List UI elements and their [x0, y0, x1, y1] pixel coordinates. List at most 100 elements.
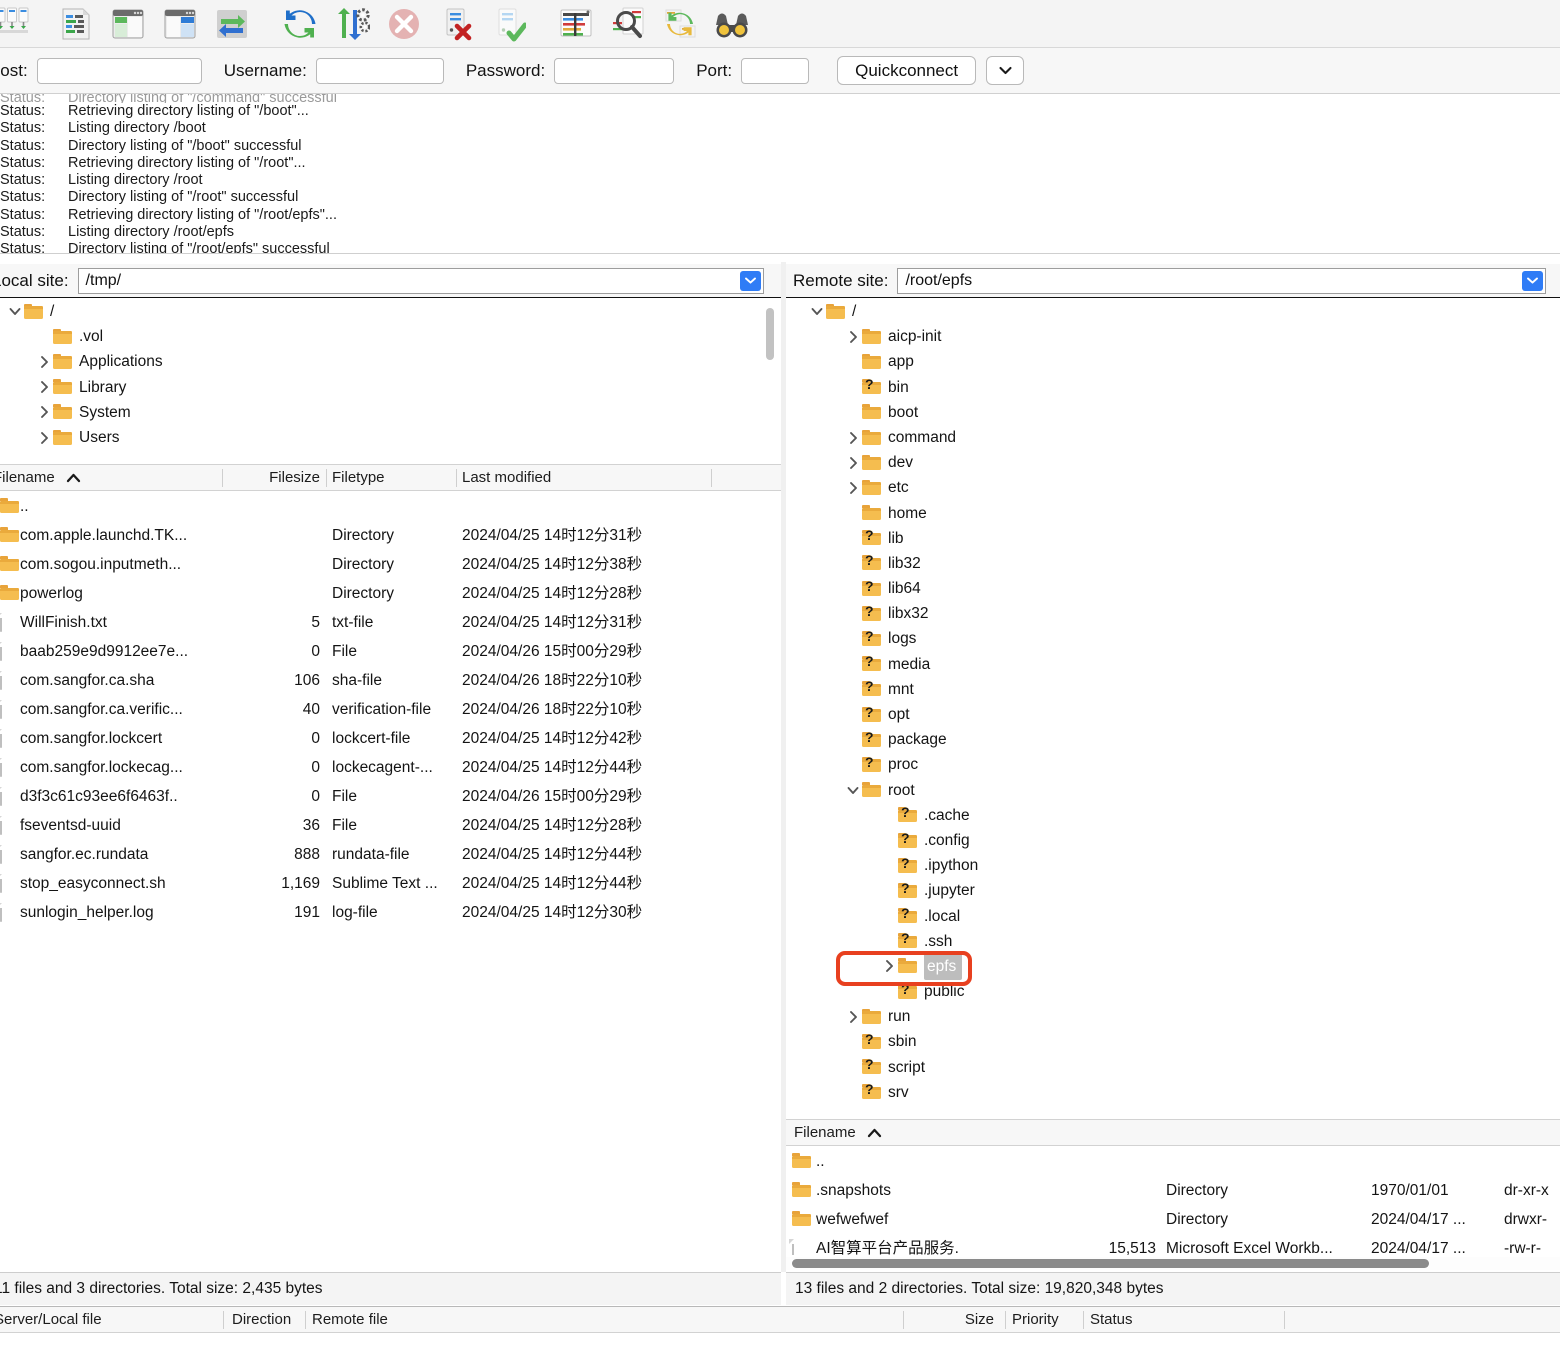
tree-item-boot[interactable]: boot — [786, 400, 1560, 425]
tree-item-home[interactable]: home — [786, 501, 1560, 526]
tree-item-script[interactable]: ?script — [786, 1055, 1560, 1080]
toggle-remote-tree-button[interactable] — [154, 2, 206, 46]
tree-item-users[interactable]: Users — [0, 425, 781, 450]
tree-item-dev[interactable]: dev — [786, 450, 1560, 475]
tree-item-lib32[interactable]: ?lib32 — [786, 551, 1560, 576]
tree-item-ssh[interactable]: ?.ssh — [786, 929, 1560, 954]
tree-item-library[interactable]: Library — [0, 375, 781, 400]
toggle-transfer-queue-button[interactable] — [206, 2, 258, 46]
local-column-filename[interactable]: Filename — [0, 465, 81, 491]
tree-item-config[interactable]: ?.config — [786, 828, 1560, 853]
remote-site-dropdown-arrow[interactable] — [1522, 271, 1543, 291]
site-manager-button[interactable] — [0, 2, 34, 46]
queue-header-divider[interactable] — [1083, 1311, 1084, 1329]
tree-item-[interactable]: / — [786, 299, 1560, 324]
remote-list-hscrollbar-thumb[interactable] — [792, 1259, 1429, 1268]
queue-column-size[interactable]: Size — [912, 1307, 994, 1333]
tree-expander-collapsed[interactable] — [844, 456, 862, 470]
table-row[interactable]: AI智算平台产品服务.15,513Microsoft Excel Workb..… — [786, 1234, 1560, 1255]
table-row[interactable]: .. — [786, 1147, 1560, 1176]
tree-expander-collapsed[interactable] — [844, 431, 862, 445]
queue-column-remotefile[interactable]: Remote file — [312, 1307, 388, 1333]
remote-list-hscrollbar[interactable] — [786, 1257, 1560, 1270]
tree-item-app[interactable]: app — [786, 349, 1560, 374]
local-tree-scrollbar[interactable] — [764, 302, 775, 457]
tree-item-srv[interactable]: ?srv — [786, 1080, 1560, 1105]
local-directory-tree[interactable]: /.volApplicationsLibrarySystemUsers — [0, 299, 781, 460]
tree-item-lib64[interactable]: ?lib64 — [786, 576, 1560, 601]
table-row[interactable]: com.sangfor.ca.verific...40verification-… — [0, 695, 781, 724]
transfer-queue-body[interactable] — [0, 1333, 1560, 1368]
filter-button[interactable] — [550, 2, 602, 46]
tree-item-root[interactable]: root — [786, 778, 1560, 803]
queue-header-divider[interactable] — [1005, 1311, 1006, 1329]
tree-expander-collapsed[interactable] — [880, 959, 898, 973]
directory-comparison-button[interactable] — [602, 2, 654, 46]
tree-item-jupyter[interactable]: ?.jupyter — [786, 878, 1560, 903]
queue-header-divider[interactable] — [903, 1311, 904, 1329]
tree-item-opt[interactable]: ?opt — [786, 702, 1560, 727]
table-row[interactable]: sunlogin_helper.log191log-file2024/04/25… — [0, 898, 781, 927]
toggle-local-tree-button[interactable] — [102, 2, 154, 46]
queue-column-priority[interactable]: Priority — [1012, 1307, 1059, 1333]
tree-item-sbin[interactable]: ?sbin — [786, 1029, 1560, 1054]
tree-expander-expanded[interactable] — [844, 785, 862, 796]
tree-expander-collapsed[interactable] — [35, 355, 53, 369]
tree-item-[interactable]: / — [0, 299, 781, 324]
local-header-divider[interactable] — [222, 469, 223, 487]
table-row[interactable]: fseventsd-uuid36File2024/04/25 14时12分28秒 — [0, 811, 781, 840]
table-row[interactable]: com.sangfor.lockcert0lockcert-file2024/0… — [0, 724, 781, 753]
queue-column-direction[interactable]: Direction — [232, 1307, 291, 1333]
local-column-filesize[interactable]: Filesize — [228, 465, 320, 491]
queue-column-status[interactable]: Status — [1090, 1307, 1133, 1333]
table-row[interactable]: stop_easyconnect.sh1,169Sublime Text ...… — [0, 869, 781, 898]
table-row[interactable]: powerlogDirectory2024/04/25 14时12分28秒 — [0, 579, 781, 608]
tree-item-run[interactable]: run — [786, 1004, 1560, 1029]
queue-header-divider[interactable] — [1284, 1311, 1285, 1329]
tree-item-command[interactable]: command — [786, 425, 1560, 450]
tree-expander-expanded[interactable] — [808, 306, 826, 317]
tree-expander-collapsed[interactable] — [35, 380, 53, 394]
tree-item-package[interactable]: ?package — [786, 727, 1560, 752]
queue-column-serverlocalfile[interactable]: Server/Local file — [0, 1307, 102, 1333]
remote-file-list[interactable]: ...snapshotsDirectory1970/01/01dr-xr-xwe… — [786, 1147, 1560, 1255]
table-row[interactable]: d3f3c61c93ee6f6463f..0File2024/04/26 15时… — [0, 782, 781, 811]
tree-item-mnt[interactable]: ?mnt — [786, 677, 1560, 702]
table-row[interactable]: wefwefwefDirectory2024/04/17 ...drwxr- — [786, 1205, 1560, 1234]
local-file-list[interactable]: ..com.apple.launchd.TK...Directory2024/0… — [0, 492, 781, 1272]
reconnect-button[interactable] — [482, 2, 534, 46]
table-row[interactable]: .. — [0, 492, 781, 521]
local-header-divider[interactable] — [326, 469, 327, 487]
remote-directory-tree[interactable]: /aicp-initapp?binbootcommanddevetchome?l… — [786, 299, 1560, 1112]
local-tree-scrollbar-thumb[interactable] — [766, 308, 774, 360]
tree-expander-expanded[interactable] — [6, 306, 24, 317]
host-input[interactable] — [37, 58, 202, 84]
quickconnect-dropdown-button[interactable] — [986, 56, 1024, 85]
table-row[interactable]: com.sangfor.ca.sha106sha-file2024/04/26 … — [0, 666, 781, 695]
local-column-lastmodified[interactable]: Last modified — [462, 465, 551, 491]
tree-item-ipython[interactable]: ?.ipython — [786, 853, 1560, 878]
toggle-message-log-button[interactable] — [50, 2, 102, 46]
local-header-divider[interactable] — [711, 469, 712, 487]
table-row[interactable]: baab259e9d9912ee7e...0File2024/04/26 15时… — [0, 637, 781, 666]
tree-expander-collapsed[interactable] — [35, 431, 53, 445]
tree-expander-collapsed[interactable] — [35, 405, 53, 419]
table-row[interactable]: WillFinish.txt5txt-file2024/04/25 14时12分… — [0, 608, 781, 637]
process-queue-button[interactable] — [326, 2, 378, 46]
tree-item-etc[interactable]: etc — [786, 475, 1560, 500]
username-input[interactable] — [316, 58, 444, 84]
port-input[interactable] — [741, 58, 809, 84]
table-row[interactable]: com.apple.launchd.TK...Directory2024/04/… — [0, 521, 781, 550]
table-row[interactable]: com.sangfor.lockecag...0lockecagent-...2… — [0, 753, 781, 782]
tree-item-epfs[interactable]: epfs — [786, 954, 1560, 979]
tree-expander-collapsed[interactable] — [844, 1010, 862, 1024]
table-row[interactable]: sangfor.ec.rundata888rundata-file2024/04… — [0, 840, 781, 869]
tree-item-vol[interactable]: .vol — [0, 324, 781, 349]
tree-item-system[interactable]: System — [0, 400, 781, 425]
disconnect-button[interactable] — [430, 2, 482, 46]
local-header-divider[interactable] — [456, 469, 457, 487]
tree-item-logs[interactable]: ?logs — [786, 626, 1560, 651]
remote-column-filename[interactable]: Filename — [794, 1120, 882, 1146]
password-input[interactable] — [554, 58, 674, 84]
tree-expander-collapsed[interactable] — [844, 481, 862, 495]
